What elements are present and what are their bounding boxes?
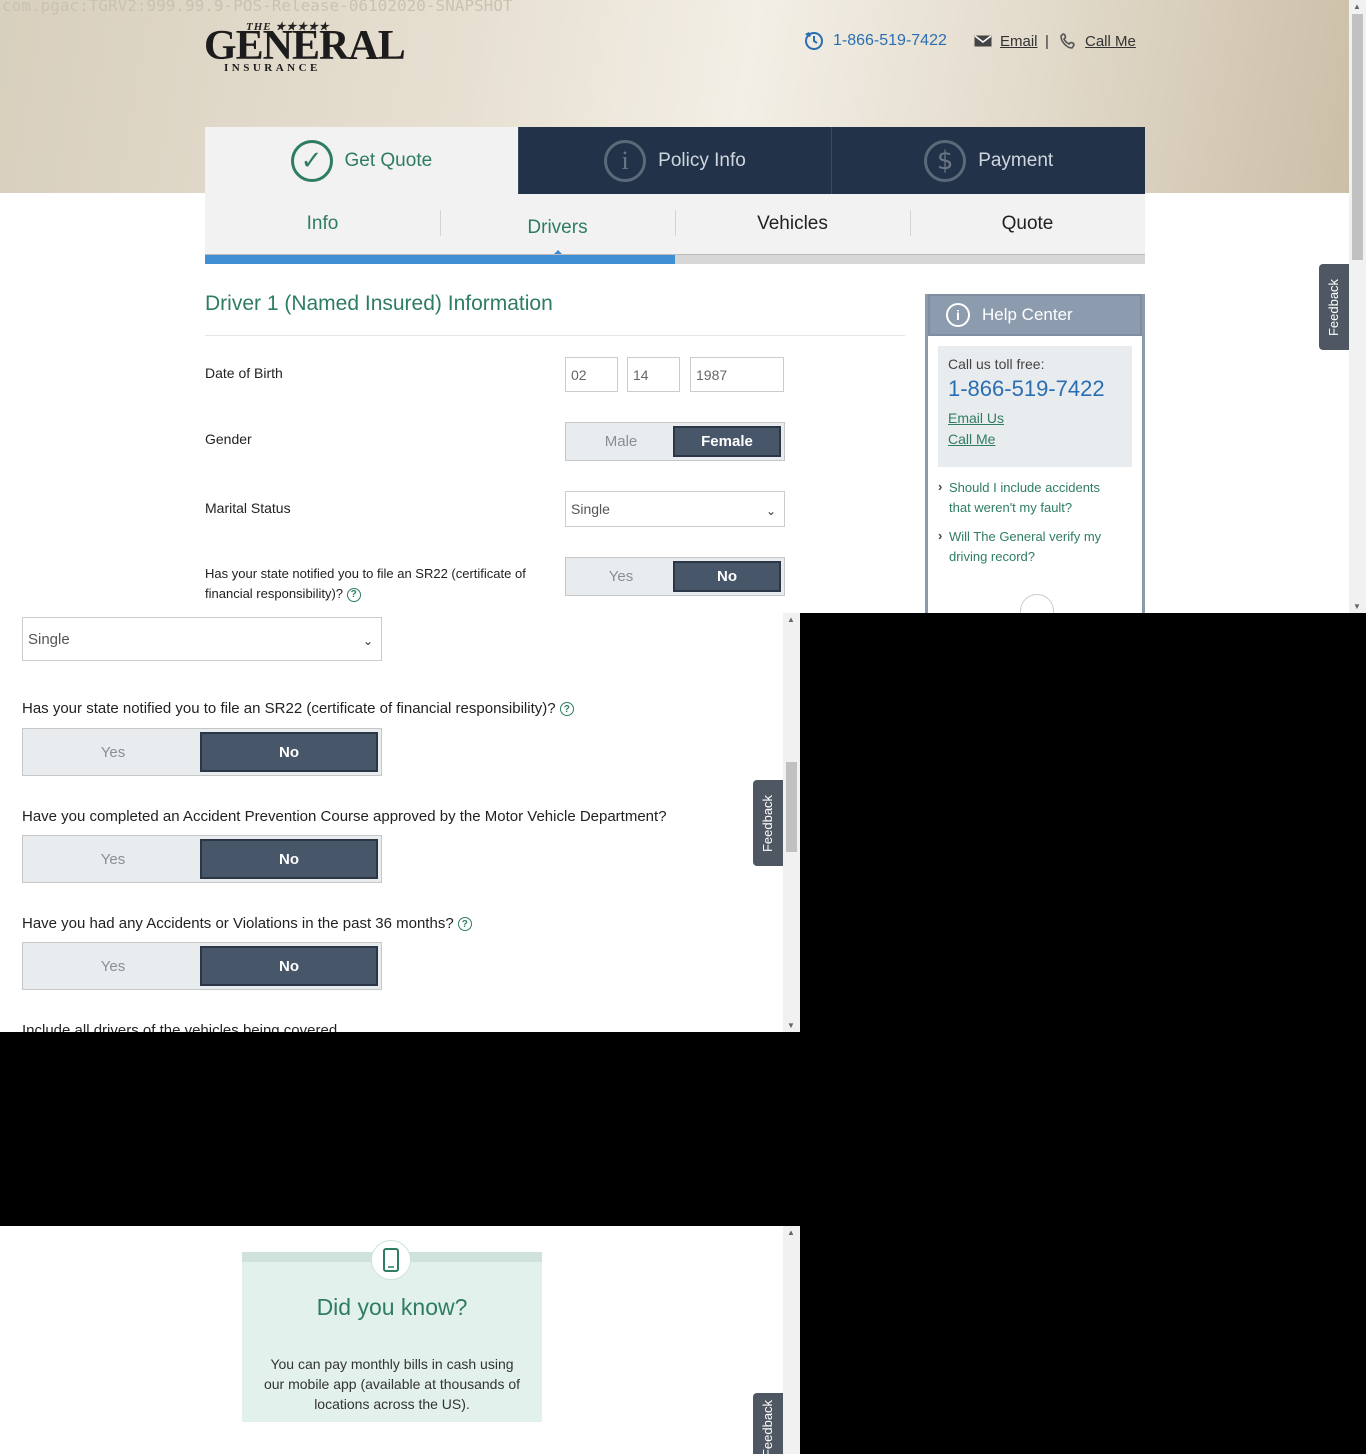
scroll-up-icon[interactable]: ▲ bbox=[787, 1228, 795, 1237]
email-us-link[interactable]: Email Us bbox=[948, 408, 1122, 429]
help-question-icon[interactable]: ? bbox=[346, 587, 361, 602]
chevron-down-icon: ⌄ bbox=[765, 504, 776, 518]
progress-bar bbox=[205, 254, 1145, 264]
gender-male-option[interactable]: Male bbox=[569, 426, 673, 457]
call-me-link[interactable]: Call Me bbox=[948, 429, 1122, 450]
dollar-icon: $ bbox=[924, 139, 967, 182]
accidents-toggle: Yes No bbox=[22, 942, 382, 990]
header-phone-number: 1-866-519-7422 bbox=[833, 32, 947, 49]
did-you-know-card: Did you know? You can pay monthly bills … bbox=[242, 1240, 542, 1422]
general-logo[interactable]: THE ★★★★★ GENERAL INSURANCE bbox=[204, 20, 406, 74]
subtab-quote[interactable]: Quote bbox=[910, 194, 1145, 254]
gender-female-option[interactable]: Female bbox=[673, 426, 781, 457]
faq-link-accidents[interactable]: Should I include accidentsthat weren't m… bbox=[938, 477, 1132, 518]
sr22-no-option[interactable]: No bbox=[673, 561, 781, 592]
accidents-yes-option[interactable]: Yes bbox=[26, 946, 200, 986]
course-yes-option[interactable]: Yes bbox=[26, 839, 200, 879]
subtab-drivers[interactable]: Drivers bbox=[440, 194, 675, 256]
build-watermark: com.pgac:TGRV2:999.99.9-POS-Release-0610… bbox=[2, 0, 513, 15]
sr22-question: Has your state notified you to file an S… bbox=[22, 700, 574, 717]
accidents-question: Have you had any Accidents or Violations… bbox=[22, 915, 472, 932]
subtab-info[interactable]: Info bbox=[205, 194, 440, 254]
mobile-view-bottom: Did you know? You can pay monthly bills … bbox=[0, 1226, 800, 1454]
scrollbar[interactable]: ▲ ▼ bbox=[1349, 0, 1366, 613]
subtab-vehicles[interactable]: Vehicles bbox=[675, 194, 910, 254]
sr22-toggle: Yes No bbox=[565, 557, 785, 596]
step-payment[interactable]: $ Payment bbox=[831, 127, 1146, 194]
sr22-yes-option[interactable]: Yes bbox=[26, 732, 200, 772]
divider bbox=[205, 335, 905, 336]
help-center-header[interactable]: i Help Center bbox=[928, 294, 1142, 336]
help-center: i Help Center Call us toll free: 1-866-5… bbox=[925, 294, 1145, 613]
scroll-down-icon[interactable]: ▼ bbox=[1353, 602, 1361, 611]
sr22-label: Has your state notified you to file an S… bbox=[205, 566, 526, 602]
dob-year-input[interactable]: 1987 bbox=[690, 357, 784, 392]
check-icon: ✓ bbox=[290, 139, 333, 182]
did-you-know-text: You can pay monthly bills in cash using … bbox=[263, 1356, 521, 1412]
help-question-icon[interactable]: ? bbox=[457, 917, 472, 932]
sr22-no-option[interactable]: No bbox=[200, 732, 378, 772]
page-title: Driver 1 (Named Insured) Information bbox=[205, 292, 553, 315]
email-link[interactable]: Email bbox=[1000, 33, 1038, 50]
mobile-view-middle: Single ⌄ Has your state notified you to … bbox=[0, 613, 800, 1032]
help-contact-box: Call us toll free: 1-866-519-7422 Email … bbox=[938, 346, 1132, 467]
course-question: Have you completed an Accident Preventio… bbox=[22, 808, 667, 825]
dob-month-input[interactable]: 02 bbox=[565, 357, 618, 392]
envelope-icon bbox=[974, 35, 992, 47]
chevron-down-icon: ⌄ bbox=[362, 634, 373, 648]
sub-steps: Info Drivers Vehicles Quote bbox=[205, 194, 1145, 256]
scrollbar-thumb[interactable] bbox=[786, 762, 797, 852]
desktop-view: com.pgac:TGRV2:999.99.9-POS-Release-0610… bbox=[0, 0, 1366, 613]
feedback-tab[interactable]: Feedback bbox=[1319, 264, 1349, 350]
call-me-link[interactable]: Call Me bbox=[1085, 33, 1136, 50]
feedback-tab[interactable]: Feedback bbox=[753, 780, 783, 866]
progress-fill bbox=[205, 255, 675, 264]
marital-status-select[interactable]: Single ⌄ bbox=[22, 617, 382, 661]
marital-label: Marital Status bbox=[205, 500, 291, 516]
phone-icon bbox=[1060, 33, 1075, 49]
toll-free-label: Call us toll free: bbox=[948, 356, 1045, 372]
mobile-phone-icon bbox=[371, 1240, 411, 1280]
info-icon: i bbox=[604, 139, 647, 182]
header-phone[interactable]: 1-866-519-7422 bbox=[803, 30, 947, 52]
course-no-option[interactable]: No bbox=[200, 839, 378, 879]
scroll-up-icon[interactable]: ▲ bbox=[787, 615, 795, 624]
accidents-no-option[interactable]: No bbox=[200, 946, 378, 986]
help-phone-number[interactable]: 1-866-519-7422 bbox=[948, 376, 1122, 402]
header-call-link[interactable]: Call Me bbox=[1060, 30, 1136, 52]
did-you-know-title: Did you know? bbox=[316, 1294, 468, 1320]
step-policy-info[interactable]: i Policy Info bbox=[517, 127, 832, 194]
dob-label: Date of Birth bbox=[205, 365, 283, 381]
step-get-quote[interactable]: ✓ Get Quote bbox=[205, 127, 518, 194]
main-steps: ✓ Get Quote i Policy Info $ Payment bbox=[205, 127, 1146, 194]
scrollbar[interactable]: ▲ bbox=[783, 1226, 800, 1454]
phone-clock-icon bbox=[805, 32, 823, 50]
sr22-toggle: Yes No bbox=[22, 728, 382, 776]
info-icon: i bbox=[946, 303, 970, 327]
scroll-up-icon[interactable]: ▲ bbox=[1353, 2, 1361, 11]
scrollbar[interactable]: ▲ ▼ bbox=[783, 613, 800, 1032]
scroll-down-icon[interactable]: ▼ bbox=[787, 1021, 795, 1030]
course-toggle: Yes No bbox=[22, 835, 382, 883]
feedback-tab[interactable]: Feedback bbox=[753, 1393, 783, 1454]
help-question-icon[interactable]: ? bbox=[559, 702, 574, 717]
marital-status-select[interactable]: Single ⌄ bbox=[565, 491, 785, 527]
drivers-note: Include all drivers of the vehicles bein… bbox=[22, 1022, 338, 1032]
gender-label: Gender bbox=[205, 431, 252, 447]
faq-link-driving-record[interactable]: Will The General verify mydriving record… bbox=[938, 526, 1132, 567]
header-email-link[interactable]: Email bbox=[974, 30, 1038, 52]
mobile-phone-icon bbox=[1020, 594, 1054, 613]
sr22-yes-option[interactable]: Yes bbox=[569, 561, 673, 592]
header-divider: | bbox=[1045, 32, 1049, 50]
scrollbar-thumb[interactable] bbox=[1352, 14, 1363, 260]
dob-day-input[interactable]: 14 bbox=[627, 357, 680, 392]
gender-toggle: Male Female bbox=[565, 422, 785, 461]
